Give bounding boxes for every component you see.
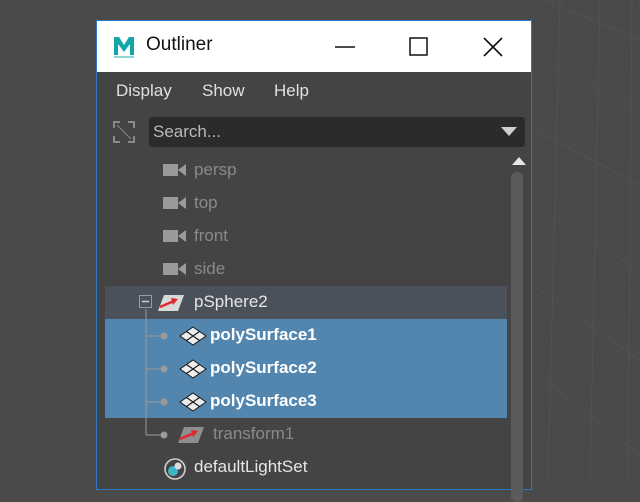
outliner-window: Outliner Display Show Help Search... per… (96, 20, 532, 502)
search-input[interactable] (153, 117, 483, 147)
search-row (97, 112, 531, 154)
tree-row-label: transform1 (213, 424, 295, 443)
title-bar[interactable]: Outliner (97, 21, 531, 72)
menu-bar: Display Show Help (97, 72, 531, 112)
maximize-icon (409, 37, 428, 56)
tree-row-label: polySurface3 (210, 391, 317, 410)
hierarchy-lines (145, 309, 168, 439)
outliner-tree: persp top front side pSphere2 polySurfac… (97, 154, 531, 489)
filter-icon[interactable] (112, 120, 136, 144)
minimize-button[interactable] (308, 21, 382, 72)
scroll-thumb[interactable] (511, 172, 523, 502)
close-button[interactable] (456, 21, 530, 72)
menu-show[interactable]: Show (202, 81, 245, 101)
tree-scrollbar[interactable] (507, 154, 529, 502)
close-icon (483, 37, 503, 57)
window-title: Outliner (146, 34, 213, 55)
scroll-up-arrow-icon[interactable] (512, 156, 526, 166)
menu-help[interactable]: Help (274, 81, 309, 101)
maximize-button[interactable] (382, 21, 456, 72)
minimize-icon (335, 46, 355, 48)
search-field (149, 117, 525, 147)
menu-display[interactable]: Display (116, 81, 172, 101)
maya-logo-icon (112, 35, 136, 59)
tree-row-label: polySurface1 (210, 325, 317, 344)
chevron-down-icon[interactable] (501, 127, 517, 137)
tree-row-label: polySurface2 (210, 358, 317, 377)
